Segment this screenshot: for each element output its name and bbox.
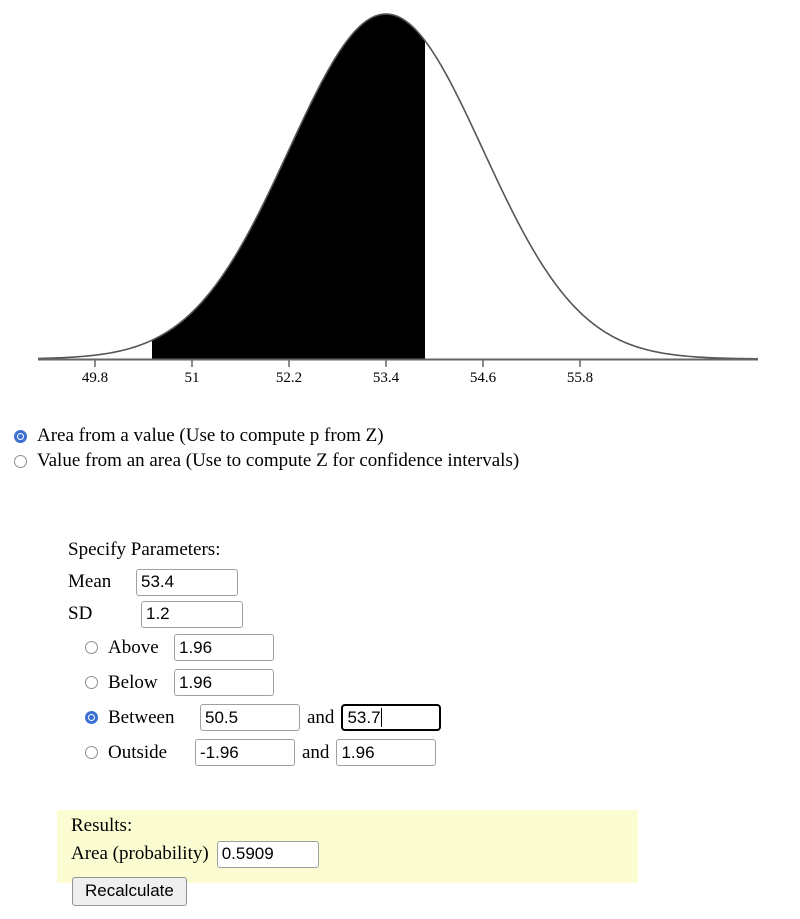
mean-input[interactable]: 53.4 bbox=[136, 568, 238, 596]
below-value: 1.96 bbox=[179, 672, 213, 692]
sd-input-value: 1.2 bbox=[146, 604, 170, 623]
text-caret bbox=[380, 708, 382, 727]
results-heading: Results: bbox=[71, 815, 133, 836]
mean-label: Mean bbox=[68, 571, 112, 592]
above-value: 1.96 bbox=[179, 637, 213, 657]
above-label: Above bbox=[108, 636, 159, 658]
area-probability-row: Area (probability) 0.5909 bbox=[71, 838, 319, 870]
mode-option-label: Value from an area (Use to compute Z for… bbox=[37, 450, 520, 471]
x-axis-tick-label: 55.8 bbox=[567, 370, 593, 386]
above-value-input[interactable]: 1.96 bbox=[174, 634, 274, 661]
specify-parameters-heading: Specify Parameters: bbox=[68, 539, 221, 560]
area-probability-input[interactable]: 0.5909 bbox=[216, 840, 319, 868]
option-row-below[interactable]: Below 1.96 bbox=[68, 665, 568, 700]
x-axis-tick-label: 51 bbox=[185, 370, 200, 386]
results-panel: Results: Area (probability) 0.5909 bbox=[57, 810, 638, 883]
between-upper-input[interactable]: 53.7 bbox=[341, 704, 442, 731]
sd-input[interactable]: 1.2 bbox=[141, 600, 243, 628]
outside-and-label: and bbox=[302, 741, 330, 763]
area-probability-value: 0.5909 bbox=[221, 844, 274, 863]
radio-icon-area-from-value[interactable] bbox=[14, 429, 27, 443]
outside-upper-input[interactable]: 1.96 bbox=[336, 739, 437, 766]
mode-option-value-from-area[interactable]: Value from an area (Use to compute Z for… bbox=[14, 450, 754, 472]
below-label: Below bbox=[108, 671, 158, 693]
between-label: Between bbox=[108, 706, 175, 728]
distribution-chart-svg: 49.8 51 52.2 53.4 54.6 55.8 bbox=[37, 13, 759, 386]
between-lower-value: 50.5 bbox=[205, 707, 239, 727]
outside-lower-value: -1.96 bbox=[200, 742, 239, 762]
between-upper-value: 53.7 bbox=[347, 707, 381, 727]
x-axis-tick-label: 52.2 bbox=[276, 370, 302, 386]
shaded-area-region bbox=[152, 14, 425, 359]
x-axis-tick-label: 54.6 bbox=[470, 370, 497, 386]
between-lower-input[interactable]: 50.5 bbox=[200, 704, 300, 731]
radio-icon-value-from-area[interactable] bbox=[14, 454, 27, 468]
outside-upper-value: 1.96 bbox=[341, 742, 375, 762]
radio-icon-outside[interactable] bbox=[85, 746, 98, 759]
between-and-label: and bbox=[307, 706, 335, 728]
distribution-chart: 49.8 51 52.2 53.4 54.6 55.8 bbox=[0, 0, 800, 400]
specify-parameters-section: Specify Parameters: Mean 53.4 SD 1.2 Abo… bbox=[68, 538, 568, 770]
sd-label: SD bbox=[68, 603, 93, 624]
radio-icon-below[interactable] bbox=[85, 676, 98, 689]
radio-icon-between[interactable] bbox=[85, 711, 98, 724]
mode-radio-group: Area from a value (Use to compute p from… bbox=[14, 425, 754, 475]
option-row-between[interactable]: Between 50.5 and 53.7 bbox=[68, 700, 568, 735]
x-axis-ticks: 49.8 51 52.2 53.4 54.6 55.8 bbox=[82, 360, 593, 386]
recalculate-button[interactable]: Recalculate bbox=[72, 877, 187, 906]
sd-row: SD 1.2 bbox=[68, 598, 568, 630]
x-axis-tick-label: 49.8 bbox=[82, 370, 108, 386]
below-value-input[interactable]: 1.96 bbox=[174, 669, 274, 696]
outside-label: Outside bbox=[108, 741, 168, 763]
option-row-outside[interactable]: Outside -1.96 and 1.96 bbox=[68, 735, 568, 770]
mode-option-label: Area from a value (Use to compute p from… bbox=[37, 425, 384, 446]
outside-lower-input[interactable]: -1.96 bbox=[195, 739, 295, 766]
mode-option-area-from-value[interactable]: Area from a value (Use to compute p from… bbox=[14, 425, 754, 447]
mean-row: Mean 53.4 bbox=[68, 566, 568, 598]
results-content: Results: Area (probability) 0.5909 bbox=[71, 814, 319, 870]
x-axis-tick-label: 53.4 bbox=[373, 370, 400, 386]
option-row-above[interactable]: Above 1.96 bbox=[68, 630, 568, 665]
radio-icon-above[interactable] bbox=[85, 641, 98, 654]
mean-input-value: 53.4 bbox=[141, 572, 175, 591]
area-probability-label: Area (probability) bbox=[71, 843, 209, 864]
